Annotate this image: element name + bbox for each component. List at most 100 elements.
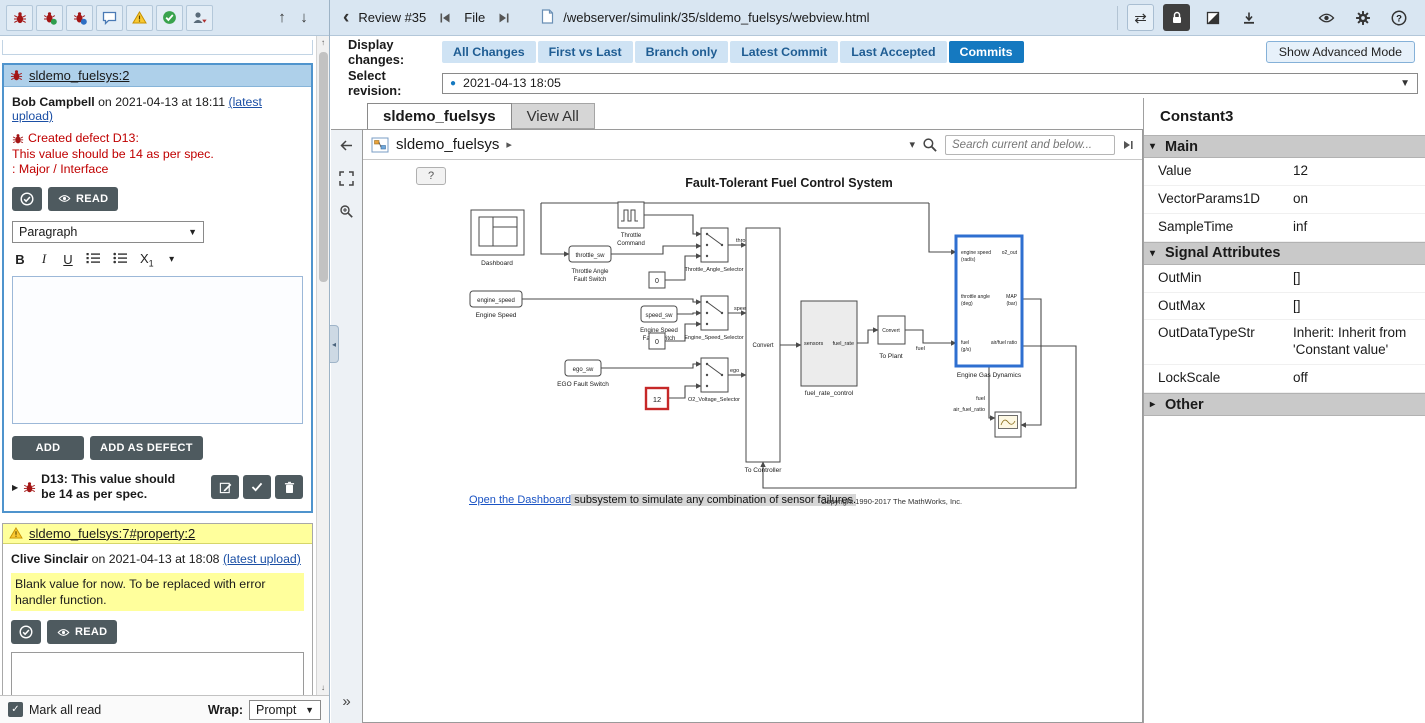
filter-branch-only[interactable]: Branch only bbox=[635, 41, 729, 63]
breadcrumb-dropdown-button[interactable]: ▾ bbox=[909, 138, 915, 151]
filter-first-vs-last[interactable]: First vs Last bbox=[538, 41, 633, 63]
delete-defect-button[interactable] bbox=[275, 475, 303, 499]
property-value[interactable]: Inherit: Inherit from 'Constant value' bbox=[1293, 325, 1417, 359]
next-file-button[interactable] bbox=[494, 4, 514, 31]
mark-read-button[interactable]: READ bbox=[48, 187, 118, 211]
property-value[interactable]: [] bbox=[1293, 270, 1417, 287]
wrap-select[interactable]: Prompt ▼ bbox=[249, 700, 321, 720]
filter-author-button[interactable] bbox=[186, 5, 213, 31]
next-comment-button[interactable]: ↓ bbox=[293, 5, 315, 31]
mark-all-read-checkbox[interactable]: ✓ bbox=[8, 702, 23, 717]
new-comment-textarea[interactable] bbox=[12, 276, 303, 424]
property-value[interactable]: inf bbox=[1293, 219, 1417, 236]
block-engine-speed[interactable]: engine_speed Engine Speed bbox=[470, 291, 522, 319]
visibility-button[interactable] bbox=[1313, 4, 1340, 31]
filter-warnings-button[interactable] bbox=[126, 5, 153, 31]
previous-file-button[interactable] bbox=[435, 4, 455, 31]
navigate-back-button[interactable] bbox=[335, 134, 358, 157]
mark-read-button[interactable]: READ bbox=[47, 620, 117, 644]
block-constant-zero-2[interactable]: 0 bbox=[649, 333, 665, 349]
underline-button[interactable]: U bbox=[62, 252, 74, 267]
tab-model[interactable]: sldemo_fuelsys bbox=[367, 103, 512, 129]
search-input[interactable] bbox=[945, 135, 1115, 155]
italic-button[interactable]: I bbox=[38, 251, 50, 267]
filter-commits[interactable]: Commits bbox=[949, 41, 1024, 63]
block-to-controller[interactable]: Convert To Controller bbox=[745, 228, 783, 474]
sidebar-scrollbar[interactable]: ↑ ↓ bbox=[316, 36, 329, 695]
zoom-in-button[interactable] bbox=[335, 200, 358, 223]
filter-my-defects-button[interactable] bbox=[66, 5, 93, 31]
filter-comments-button[interactable] bbox=[96, 5, 123, 31]
reply-textarea[interactable] bbox=[11, 652, 304, 695]
mark-resolved-button[interactable] bbox=[12, 187, 42, 211]
edit-defect-button[interactable] bbox=[211, 475, 239, 499]
tab-view-all[interactable]: View All bbox=[512, 103, 595, 129]
property-value[interactable]: 12 bbox=[1293, 163, 1417, 180]
property-row[interactable]: VectorParams1D on bbox=[1144, 186, 1425, 214]
expand-panel-button[interactable]: » bbox=[335, 690, 358, 713]
sidebar-collapse-handle[interactable]: ◂ bbox=[330, 325, 339, 363]
theme-contrast-button[interactable] bbox=[1199, 4, 1226, 31]
paragraph-style-select[interactable]: Paragraph ▼ bbox=[12, 221, 204, 243]
property-row[interactable]: OutDataTypeStr Inherit: Inherit from 'Co… bbox=[1144, 320, 1425, 365]
block-constant-zero-1[interactable]: 0 bbox=[649, 272, 665, 288]
ordered-list-button[interactable] bbox=[86, 252, 101, 267]
block-dashboard[interactable]: Dashboard bbox=[471, 210, 524, 267]
revision-select[interactable]: ● 2021-04-13 18:05 ▼ bbox=[442, 73, 1418, 94]
block-ego-sw[interactable]: ego_sw EGO Fault Switch bbox=[557, 360, 609, 388]
add-comment-button[interactable]: ADD bbox=[12, 436, 84, 460]
previous-comment-button[interactable]: ↑ bbox=[271, 5, 293, 31]
scrollbar-thumb[interactable] bbox=[319, 52, 328, 282]
comment-anchor-link[interactable]: sldemo_fuelsys:7#property:2 bbox=[29, 526, 195, 541]
add-as-defect-button[interactable]: ADD AS DEFECT bbox=[90, 436, 203, 460]
property-row[interactable]: OutMin [] bbox=[1144, 265, 1425, 293]
section-signal-attributes[interactable]: ▾ Signal Attributes bbox=[1144, 242, 1425, 265]
simulink-diagram[interactable]: Fault-Tolerant Fuel Control System bbox=[363, 160, 1142, 722]
defect-list-item[interactable]: ▶ D13: This value should be 14 as per sp… bbox=[12, 472, 303, 503]
filter-resolved-defects-button[interactable] bbox=[36, 5, 63, 31]
scroll-down-arrow[interactable]: ↓ bbox=[317, 681, 329, 695]
latest-upload-link[interactable]: (latest upload) bbox=[223, 552, 301, 566]
block-throttle-command[interactable]: Throttle Command bbox=[617, 202, 645, 247]
canvas-help-button[interactable]: ? bbox=[416, 167, 446, 185]
property-row[interactable]: LockScale off bbox=[1144, 365, 1425, 393]
block-engine-speed-selector[interactable]: Engine_Speed_Selector bbox=[684, 296, 743, 341]
compare-revisions-button[interactable]: ⇄ bbox=[1127, 4, 1154, 31]
download-button[interactable] bbox=[1235, 4, 1262, 31]
section-other[interactable]: ▸ Other bbox=[1144, 393, 1425, 416]
breadcrumb[interactable]: sldemo_fuelsys bbox=[396, 136, 499, 153]
bullet-list-button[interactable] bbox=[113, 252, 128, 267]
filter-latest-commit[interactable]: Latest Commit bbox=[730, 41, 838, 63]
bold-button[interactable]: B bbox=[14, 252, 26, 267]
expand-defect-icon[interactable]: ▶ bbox=[12, 483, 18, 492]
section-main[interactable]: ▾ Main bbox=[1144, 135, 1425, 158]
block-throttle-angle-selector[interactable]: Throttle_Angle_Selector bbox=[684, 228, 743, 273]
block-engine-gas-dynamics-selected[interactable]: engine speed (rad/s) o2_out throttle ang… bbox=[956, 236, 1022, 379]
comment-header[interactable]: sldemo_fuelsys:7#property:2 bbox=[3, 524, 312, 544]
lock-button[interactable] bbox=[1163, 4, 1190, 31]
block-air-fuel-ratio-scope[interactable] bbox=[995, 412, 1021, 437]
resolve-defect-button[interactable] bbox=[243, 475, 271, 499]
subscript-button[interactable]: X1 bbox=[140, 251, 154, 269]
property-value[interactable]: off bbox=[1293, 370, 1417, 387]
property-row[interactable]: SampleTime inf bbox=[1144, 214, 1425, 242]
block-o2-voltage-selector[interactable]: O2_Voltage_Selector bbox=[688, 358, 740, 403]
property-value[interactable]: on bbox=[1293, 191, 1417, 208]
filter-last-accepted[interactable]: Last Accepted bbox=[840, 41, 946, 63]
expand-search-icon[interactable] bbox=[1122, 139, 1134, 151]
filter-resolved-button[interactable] bbox=[156, 5, 183, 31]
diagram-viewport[interactable]: ? Fault-Tolerant Fuel Control System bbox=[363, 160, 1142, 722]
block-constant3-selected[interactable]: 12 bbox=[646, 388, 668, 409]
show-advanced-mode-button[interactable]: Show Advanced Mode bbox=[1266, 41, 1415, 63]
block-fuel-rate-control[interactable]: sensors fuel_rate fuel_rate_control bbox=[801, 301, 857, 397]
block-to-plant[interactable]: Convert To Plant bbox=[878, 316, 905, 360]
scroll-up-arrow[interactable]: ↑ bbox=[317, 36, 329, 50]
review-title[interactable]: Review #35 bbox=[358, 10, 426, 25]
back-chevron-icon[interactable]: ‹ bbox=[343, 8, 349, 27]
fit-to-view-button[interactable] bbox=[335, 167, 358, 190]
block-throttle-sw[interactable]: throttle_sw Throttle Angle Fault Switch bbox=[569, 246, 611, 283]
comment-anchor-link[interactable]: sldemo_fuelsys:2 bbox=[29, 68, 129, 83]
filter-all-changes[interactable]: All Changes bbox=[442, 41, 536, 63]
mark-resolved-button[interactable] bbox=[11, 620, 41, 644]
property-value[interactable]: [] bbox=[1293, 298, 1417, 315]
